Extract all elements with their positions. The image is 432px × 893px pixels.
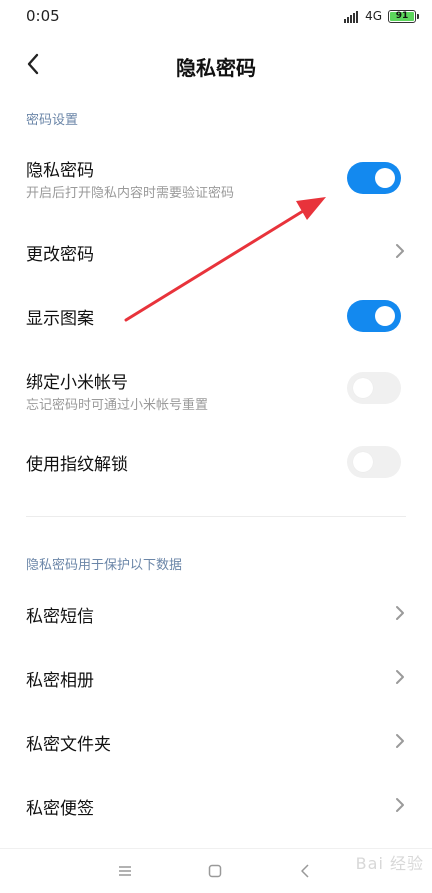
section-divider bbox=[26, 516, 406, 517]
chevron-right-icon bbox=[396, 798, 404, 812]
network-type: 4G bbox=[365, 9, 382, 23]
back-triangle-icon bbox=[301, 864, 309, 878]
setting-subtitle: 开启后打开隐私内容时需要验证密码 bbox=[26, 186, 235, 201]
menu-icon bbox=[119, 866, 131, 876]
chevron-right-icon bbox=[396, 670, 404, 684]
setting-privacy-password[interactable]: 隐私密码 开启后打开隐私内容时需要验证密码 bbox=[0, 148, 432, 210]
signal-icon bbox=[344, 9, 359, 23]
home-button[interactable] bbox=[200, 859, 230, 883]
setting-title: 显示图案 bbox=[26, 309, 94, 329]
chevron-right-icon bbox=[396, 734, 404, 748]
privacy-password-toggle[interactable] bbox=[347, 162, 401, 194]
setting-change-password[interactable]: 更改密码 bbox=[0, 230, 432, 274]
chevron-right-icon bbox=[396, 244, 404, 258]
setting-title: 隐私密码 bbox=[26, 161, 94, 181]
protected-item-title: 私密便签 bbox=[26, 799, 94, 819]
protected-item-folder[interactable]: 私密文件夹 bbox=[0, 720, 432, 764]
protected-item-album[interactable]: 私密相册 bbox=[0, 656, 432, 700]
home-icon bbox=[208, 864, 222, 878]
menu-button[interactable] bbox=[110, 859, 140, 883]
protected-item-notes[interactable]: 私密便签 bbox=[0, 784, 432, 828]
setting-fingerprint-unlock[interactable]: 使用指纹解锁 bbox=[0, 440, 432, 484]
setting-subtitle: 忘记密码时可通过小米帐号重置 bbox=[26, 398, 209, 413]
status-icons: 4G 91 bbox=[344, 8, 419, 24]
battery-level: 91 bbox=[395, 11, 409, 21]
section-header-password-settings: 密码设置 bbox=[26, 113, 79, 128]
setting-title: 绑定小米帐号 bbox=[26, 373, 128, 393]
setting-bind-mi-account[interactable]: 绑定小米帐号 忘记密码时可通过小米帐号重置 bbox=[0, 360, 432, 422]
battery-icon: 91 bbox=[388, 9, 419, 23]
show-pattern-toggle[interactable] bbox=[347, 300, 401, 332]
protected-item-title: 私密相册 bbox=[26, 671, 94, 691]
chevron-right-icon bbox=[396, 606, 404, 620]
setting-title: 更改密码 bbox=[26, 245, 94, 265]
protected-item-title: 私密短信 bbox=[26, 607, 94, 627]
status-time: 0:05 bbox=[26, 7, 60, 25]
fingerprint-unlock-toggle[interactable] bbox=[347, 446, 401, 478]
protected-item-sms[interactable]: 私密短信 bbox=[0, 592, 432, 636]
setting-title: 使用指纹解锁 bbox=[26, 455, 128, 475]
protected-item-title: 私密文件夹 bbox=[26, 735, 111, 755]
setting-show-pattern[interactable]: 显示图案 bbox=[0, 294, 432, 338]
section-header-protected-data: 隐私密码用于保护以下数据 bbox=[26, 558, 183, 573]
bind-mi-account-toggle[interactable] bbox=[347, 372, 401, 404]
page-title: 隐私密码 bbox=[176, 56, 256, 80]
status-bar: 0:05 4G 91 bbox=[0, 0, 432, 32]
title-bar: 隐私密码 bbox=[0, 40, 432, 88]
watermark: Bai 经验 bbox=[355, 854, 424, 873]
nav-back-button[interactable] bbox=[290, 859, 320, 883]
